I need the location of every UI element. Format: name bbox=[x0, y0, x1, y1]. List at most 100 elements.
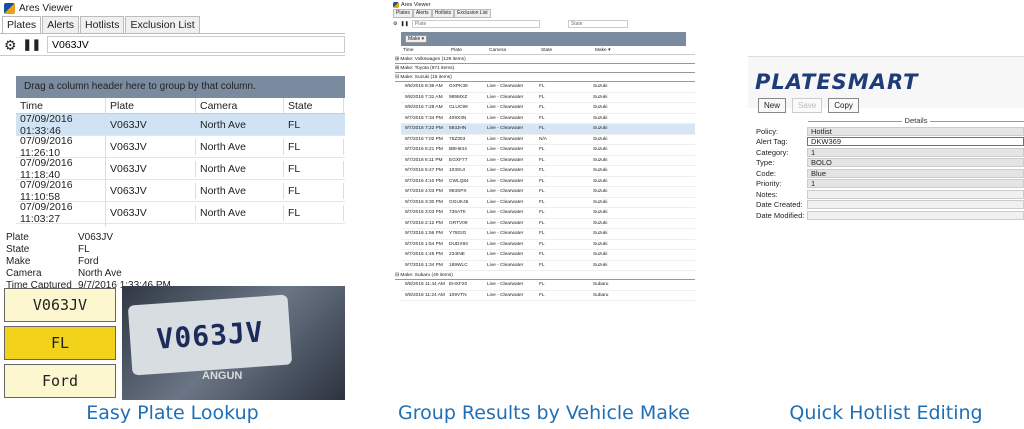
table-row[interactable]: 9/7/2016 3:30 PM GGUK46 Live - Clearwater F… bbox=[401, 198, 695, 208]
cell-camera: Live - Clearwater bbox=[487, 94, 524, 100]
pause-icon[interactable]: ❚❚ bbox=[400, 21, 408, 27]
field-value[interactable]: 1 bbox=[807, 179, 1024, 188]
tab-exclusion-list[interactable]: Exclusion List bbox=[454, 9, 491, 18]
cell-camera: Live - Clearwater bbox=[487, 241, 524, 247]
detail-value: Ford bbox=[78, 256, 99, 267]
cell-plate: 409X3N bbox=[449, 115, 467, 121]
cell-state: FL bbox=[539, 252, 545, 258]
details-section-header: Details bbox=[808, 116, 1024, 125]
field-label: Category: bbox=[756, 147, 789, 157]
field-value[interactable] bbox=[807, 210, 1024, 220]
detail-label: Make bbox=[6, 256, 31, 267]
table-row[interactable]: 9/7/2016 5:47 PM 103SUI Live - Clearwater F… bbox=[401, 166, 695, 177]
column-header-plate[interactable]: Plate bbox=[449, 46, 487, 54]
table-row[interactable]: 9/8/2016 11:44 AM EHXF20 Live - Clearwater… bbox=[401, 280, 695, 291]
gear-icon[interactable]: ⚙ bbox=[4, 38, 17, 52]
table-row[interactable]: 9/7/2016 2:12 PM GRTV09 Live - Clearwater F… bbox=[401, 219, 695, 229]
cell-state: FL bbox=[539, 147, 545, 153]
photo-plate-text: V063JV bbox=[127, 294, 293, 376]
tab-bar: Plates Alerts Hotlists Exclusion List bbox=[393, 9, 695, 18]
plate-search-input[interactable] bbox=[47, 36, 345, 53]
cell-make: Suzuki bbox=[593, 84, 608, 90]
table-row[interactable]: 9/7/2016 6:11 PM EGXF77 Live - Clearwater F… bbox=[401, 156, 695, 166]
tab-hotlists[interactable]: Hotlists bbox=[80, 16, 125, 33]
group-row[interactable]: ⊞ Make: Volkswagen (129 items) bbox=[395, 55, 695, 64]
plate-search-input[interactable] bbox=[411, 19, 540, 28]
detail-label: State bbox=[6, 244, 30, 255]
gear-icon[interactable]: ⚙ bbox=[393, 21, 397, 27]
group-make-button[interactable]: Make ▾ bbox=[405, 35, 428, 43]
table-row[interactable]: 07/09/2016 11:03:27 V063JV North Ave FL bbox=[16, 198, 345, 227]
state-search-input[interactable] bbox=[567, 19, 628, 28]
column-header-camera[interactable]: Camera bbox=[487, 46, 539, 54]
column-header-plate[interactable]: Plate bbox=[106, 98, 196, 113]
cell-state: FL bbox=[539, 178, 545, 184]
field-value[interactable]: 1 bbox=[807, 147, 1024, 157]
cell-time: 9/7/2016 3:30 PM bbox=[405, 199, 443, 205]
table-row[interactable]: 9/7/2016 7:34 PM 409X3N Live - Clearwater F… bbox=[401, 114, 695, 124]
tab-exclusion-list[interactable]: Exclusion List bbox=[125, 16, 200, 33]
column-header-time[interactable]: Time bbox=[401, 46, 449, 54]
cell-time: 9/7/2016 5:47 PM bbox=[405, 168, 443, 174]
form-row: Type: BOLO bbox=[756, 158, 1024, 168]
table-row[interactable]: 9/7/2016 7:02 PM 75Z303 Live - Clearwater N… bbox=[401, 135, 695, 145]
group-row[interactable]: ⊟ Make: Suzuki (18 items) bbox=[395, 73, 695, 82]
field-value[interactable]: Hotlist bbox=[807, 126, 1024, 136]
cell-time: 9/8/2016 7:31 AM bbox=[405, 94, 443, 100]
cell-plate: V063JV bbox=[106, 182, 196, 199]
cell-plate: 109VTN bbox=[449, 292, 467, 298]
table-row[interactable]: 9/7/2016 4:10 PM CWLQ84 Live - Clearwater F… bbox=[401, 177, 695, 187]
form-row: Code: Blue bbox=[756, 168, 1024, 178]
cell-plate: EHXF20 bbox=[449, 282, 468, 288]
form-row: Notes: bbox=[756, 189, 1024, 199]
cell-make: Suzuki bbox=[593, 241, 608, 247]
copy-button[interactable]: Copy bbox=[828, 98, 859, 113]
field-value[interactable]: DKW369 bbox=[807, 137, 1024, 146]
table-row[interactable]: 9/7/2016 1:34 PM 189WLC Live - Clearwater F… bbox=[401, 261, 695, 271]
cell-make: Subaru bbox=[593, 282, 609, 288]
cell-state: FL bbox=[539, 157, 545, 163]
tab-alerts[interactable]: Alerts bbox=[42, 16, 80, 33]
group-by-area[interactable]: Drag a column header here to group by th… bbox=[16, 76, 345, 98]
column-header-make[interactable]: Make ▾ bbox=[593, 46, 633, 54]
table-row[interactable]: 9/7/2016 6:21 PM BBH844 Live - Clearwater F… bbox=[401, 145, 695, 156]
plate-photo: V063JV ANGUN bbox=[122, 286, 345, 400]
table-row[interactable]: 9/8/2016 7:28 AM GLUC99 Live - Clearwater F… bbox=[401, 103, 695, 114]
group-row[interactable]: ⊞ Make: Toyota (971 items) bbox=[395, 64, 695, 73]
new-button[interactable]: New bbox=[758, 98, 787, 113]
field-value[interactable]: Blue bbox=[807, 168, 1024, 178]
tab-alerts[interactable]: Alerts bbox=[412, 9, 432, 18]
cell-state: FL bbox=[284, 204, 344, 221]
table-row[interactable]: 9/8/2016 7:31 AM 985MXZ Live - Clearwater F… bbox=[401, 93, 695, 103]
column-header-state[interactable]: State bbox=[539, 46, 593, 54]
table-row[interactable]: 9/8/2016 11:24 AM 109VTN Live - Clearwater… bbox=[401, 291, 695, 301]
tab-hotlists[interactable]: Hotlists bbox=[431, 9, 455, 18]
table-row[interactable]: 9/7/2016 4:03 PM 993SPX Live - Clearwater F… bbox=[401, 187, 695, 198]
group-by-area: Make ▾ bbox=[401, 32, 686, 46]
table-row[interactable]: 9/7/2016 1:56 PM Y78GIG Live - Clearwater F… bbox=[401, 229, 695, 240]
details-label: Details bbox=[901, 116, 931, 125]
column-header-state[interactable]: State bbox=[284, 98, 344, 113]
table-row[interactable]: 9/7/2016 1:45 PM 234INE Live - Clearwater F… bbox=[401, 250, 695, 261]
cell-time: 9/7/2016 2:12 PM bbox=[405, 220, 443, 226]
tab-plates[interactable]: Plates bbox=[393, 9, 413, 18]
field-value[interactable] bbox=[807, 200, 1024, 209]
pause-icon[interactable]: ❚❚ bbox=[23, 38, 41, 51]
table-row[interactable]: 9/7/2016 1:54 PM DUDX94 Live - Clearwater F… bbox=[401, 240, 695, 250]
field-value[interactable] bbox=[807, 189, 1024, 199]
save-button[interactable]: Save bbox=[792, 98, 823, 113]
table-row[interactable]: 9/8/2016 8:36 AM GXPK38 Live - Clearwater F… bbox=[401, 82, 695, 93]
hotlist-editing-panel: PLATESMART New Save Copy Details Policy:… bbox=[748, 0, 1024, 400]
group-row[interactable]: ⊟ Make: Subaru (49 items) bbox=[395, 271, 695, 280]
field-value[interactable]: BOLO bbox=[807, 158, 1024, 167]
tab-plates[interactable]: Plates bbox=[2, 16, 42, 33]
toolbar: ⚙ ❚❚ bbox=[0, 34, 345, 56]
plate-number-card: V063JV bbox=[4, 288, 116, 322]
cell-state: FL bbox=[539, 189, 545, 195]
cell-plate: GXPK38 bbox=[449, 84, 468, 90]
table-row[interactable]: 9/7/2016 7:22 PM 593JHN Live - Clearwater F… bbox=[401, 124, 695, 135]
table-header: Time Plate Camera State Make ▾ bbox=[401, 46, 695, 55]
cell-plate: 593JHN bbox=[449, 126, 467, 132]
column-header-camera[interactable]: Camera bbox=[196, 98, 284, 113]
table-row[interactable]: 9/7/2016 3:03 PM 736ATK Live - Clearwater F… bbox=[401, 208, 695, 219]
